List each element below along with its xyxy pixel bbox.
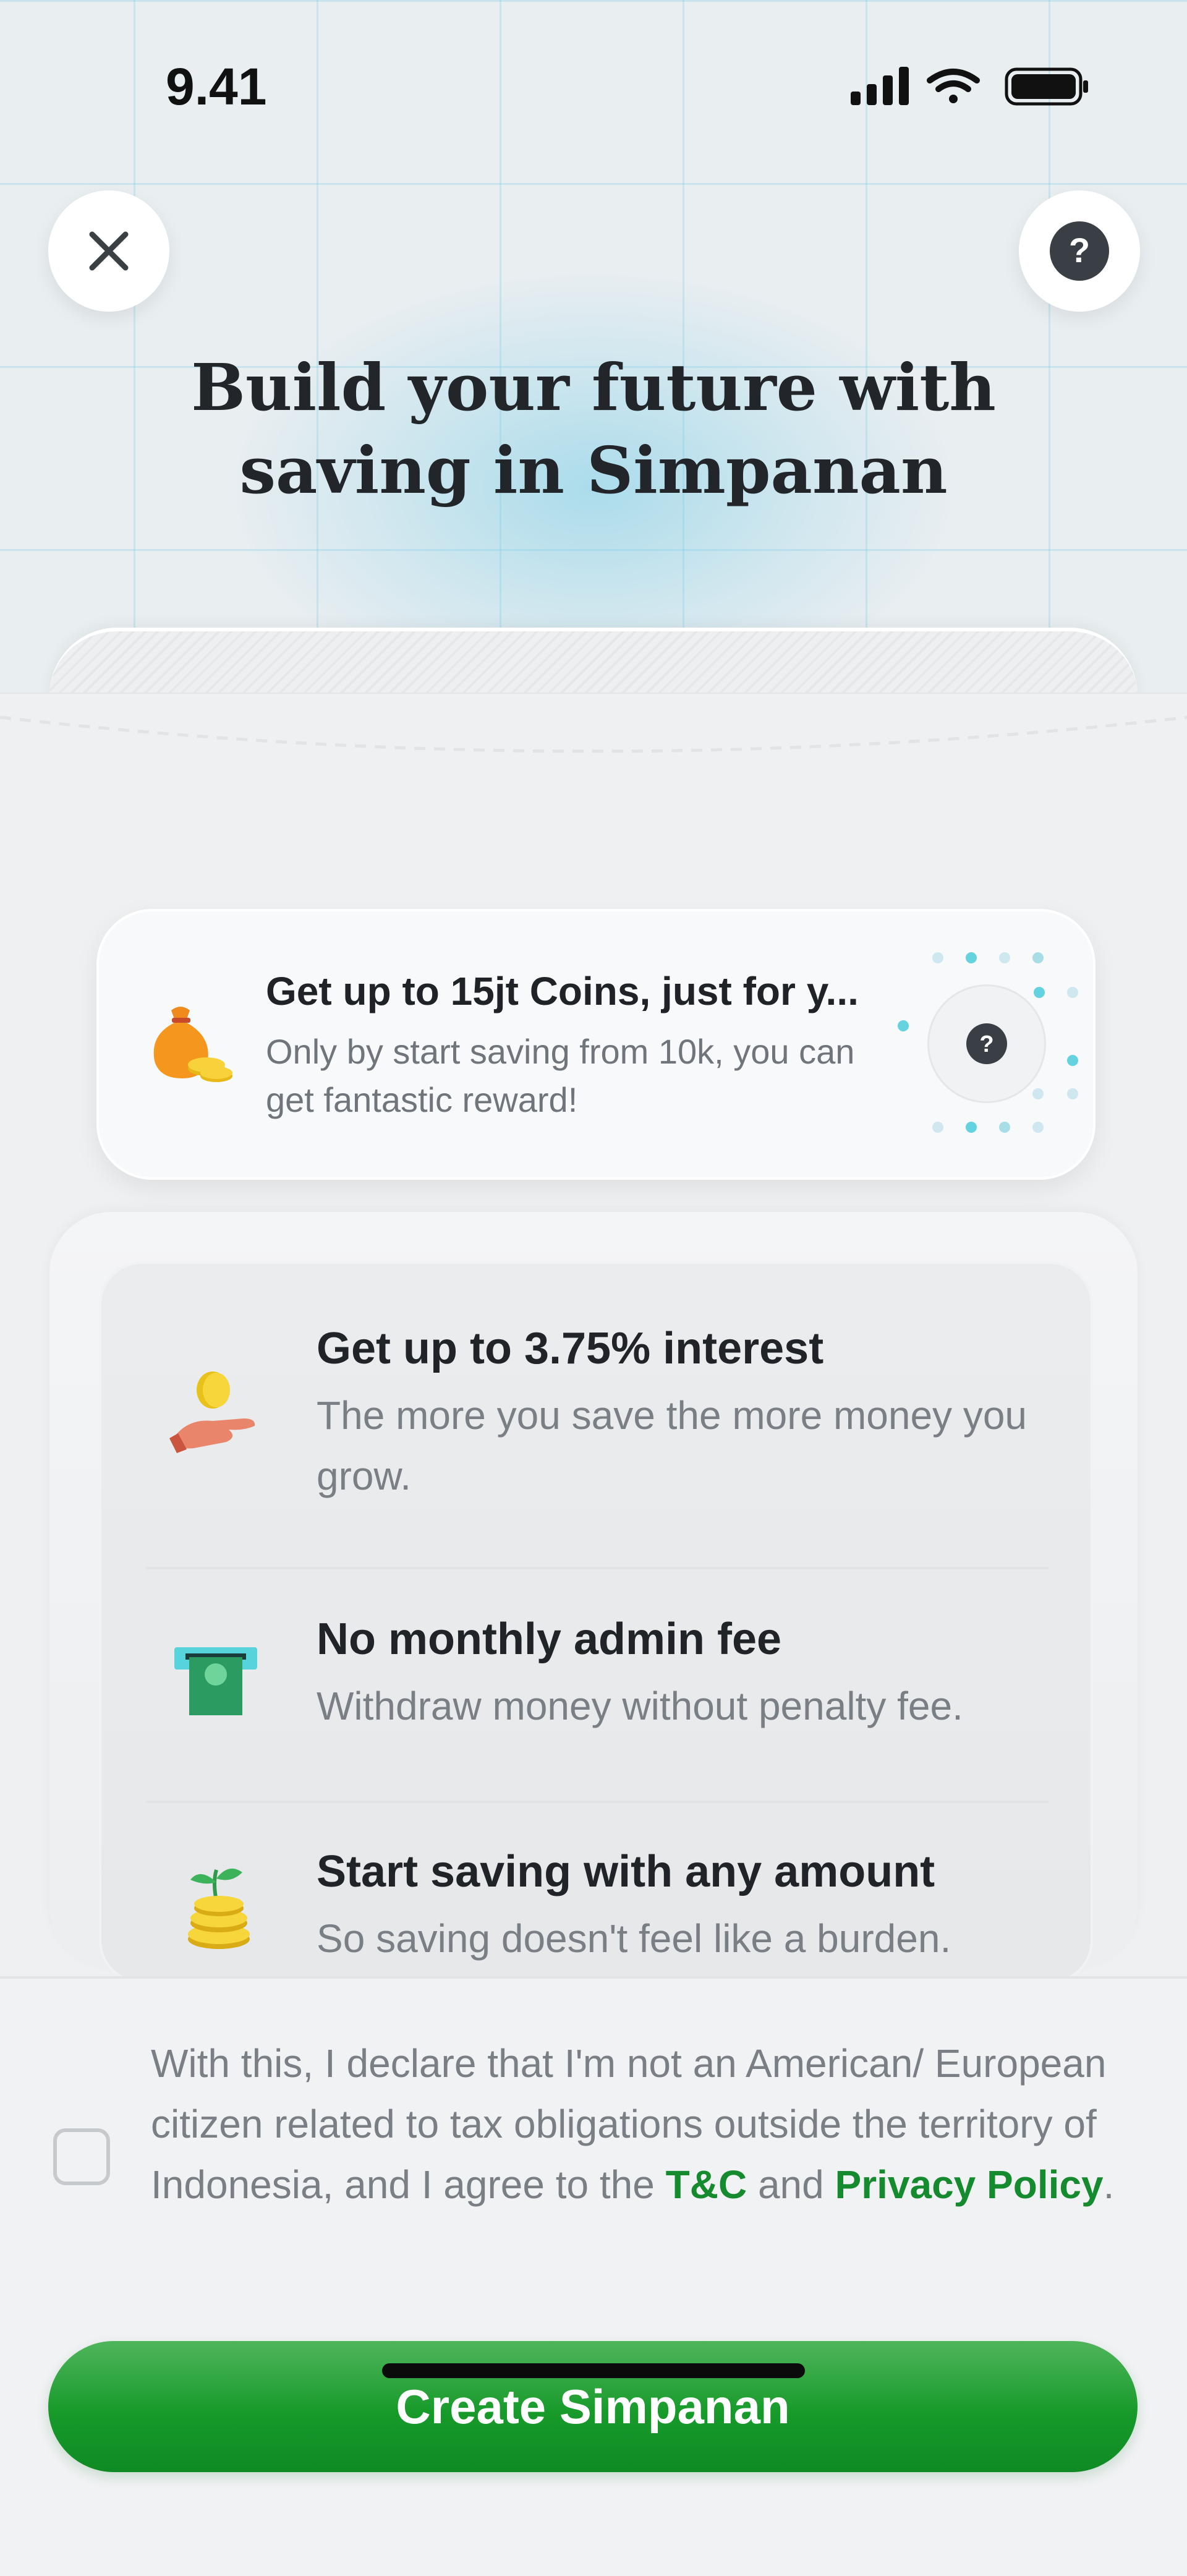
status-bar: 9.41 [0, 0, 1187, 116]
declaration-text: With this, I declare that I'm not an Ame… [151, 2033, 1140, 2215]
hand-coin-icon [169, 1371, 255, 1453]
wifi-icon [927, 69, 980, 103]
benefit-title: Get up to 3.75% interest [317, 1324, 824, 1373]
benefits-card: Get up to 3.75% interest The more you sa… [99, 1261, 1093, 1984]
page-title: Build your future with saving in Simpana… [191, 349, 996, 508]
close-icon [89, 231, 129, 271]
create-simpanan-button[interactable]: Create Simpanan [48, 2341, 1138, 2472]
benefit-description: The more you save the more money you gro… [317, 1393, 1027, 1498]
svg-text:?: ? [1069, 231, 1090, 270]
reward-title: Get up to 15jt Coins, just for y... [266, 969, 859, 1013]
benefit-description: Withdraw money without penalty fee. [317, 1684, 963, 1728]
home-indicator [382, 2363, 805, 2378]
declaration-checkbox[interactable] [53, 2128, 110, 2185]
reward-description: Only by start saving from 10k, you can g… [266, 1032, 855, 1119]
benefit-title: Start saving with any amount [317, 1847, 935, 1896]
help-icon: ? [1050, 221, 1109, 281]
declaration-and: and [747, 2162, 835, 2207]
question-icon: ? [966, 1023, 1007, 1064]
benefit-description: So saving doesn't feel like a burden. [317, 1916, 951, 1961]
divider [146, 1567, 1049, 1569]
close-button[interactable] [48, 190, 169, 312]
status-icons [851, 67, 1092, 109]
help-button[interactable]: ? [1019, 190, 1140, 312]
benefit-title: No monthly admin fee [317, 1614, 782, 1664]
privacy-policy-link[interactable]: Privacy Policy [835, 2162, 1104, 2207]
declaration-end: . [1103, 2162, 1115, 2207]
svg-text:?: ? [979, 1031, 993, 1057]
tnc-link[interactable]: T&C [666, 2162, 747, 2207]
battery-icon [1005, 67, 1088, 106]
divider [146, 1801, 1049, 1803]
status-time: 9.41 [166, 58, 267, 116]
signal-icon [851, 67, 909, 105]
reward-banner[interactable]: Get up to 15jt Coins, just for y... Only… [96, 909, 1096, 1180]
reward-info-button[interactable]: ? [927, 984, 1046, 1103]
coin-plant-icon [188, 1868, 250, 1949]
bottom-sheet: With this, I declare that I'm not an Ame… [0, 1976, 1187, 2576]
envelope-seam [0, 693, 1187, 753]
signal-wifi-battery-icons [851, 67, 1088, 106]
money-bag-icon [153, 1007, 232, 1082]
cash-withdraw-icon [174, 1647, 257, 1715]
